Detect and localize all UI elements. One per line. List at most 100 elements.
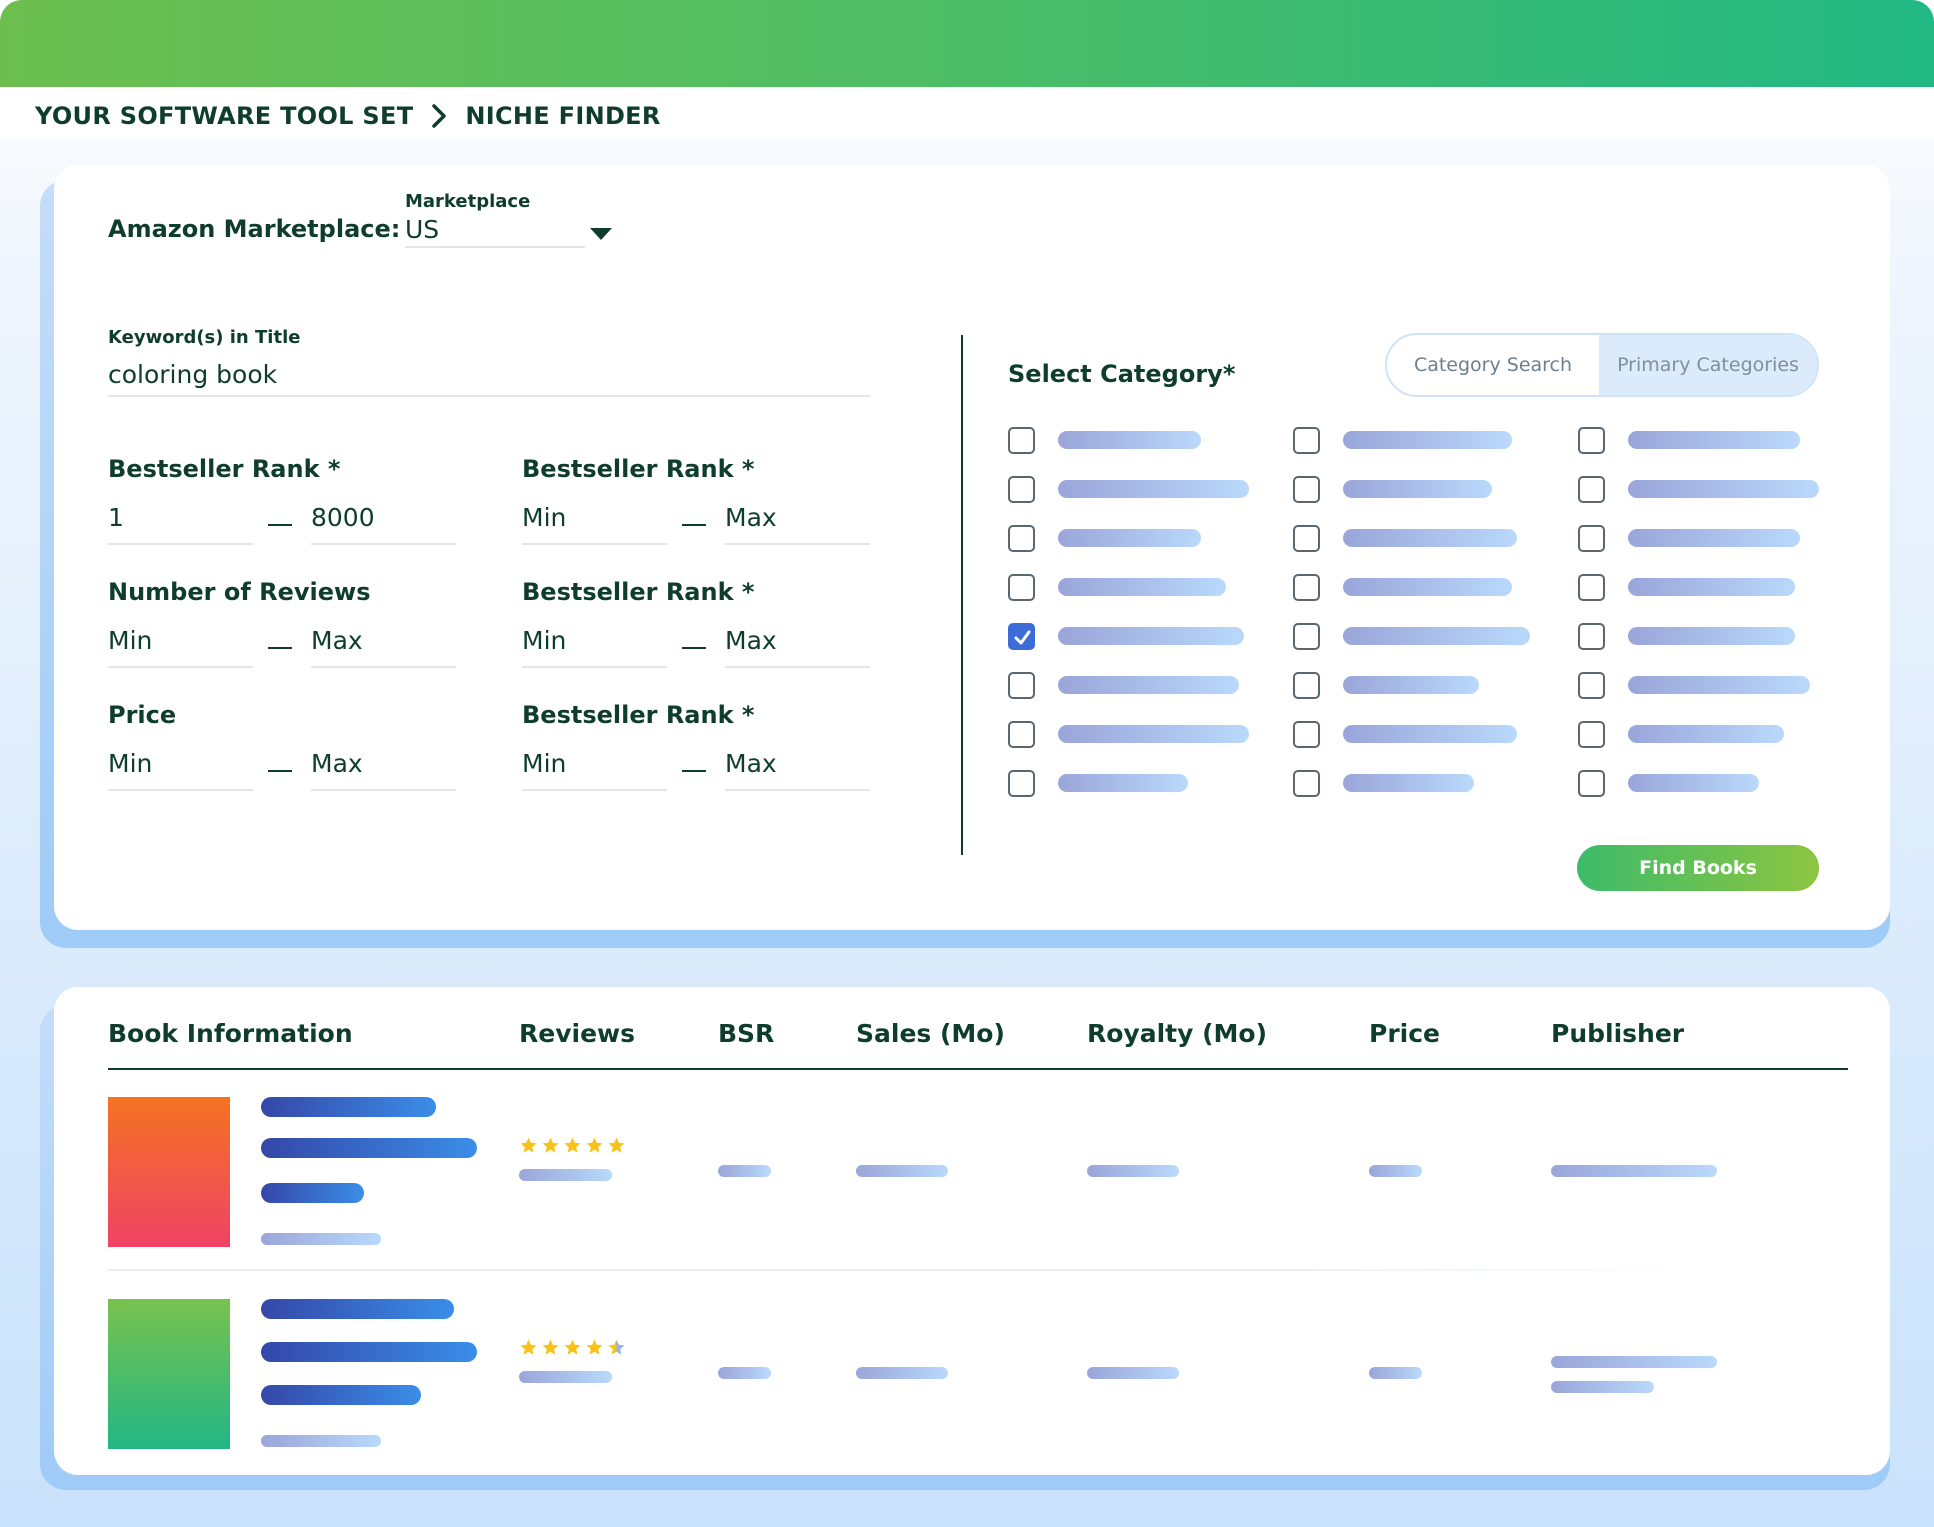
category-checkbox[interactable]: [1578, 623, 1605, 650]
bestseller-rank-min-input[interactable]: Min: [522, 626, 566, 655]
category-checkbox[interactable]: [1293, 623, 1320, 650]
row-divider: [108, 1269, 1708, 1271]
bestseller-rank-min-input[interactable]: Min: [522, 749, 566, 778]
category-label-placeholder[interactable]: [1628, 578, 1795, 596]
category-label-placeholder[interactable]: [1343, 431, 1512, 449]
results-card: Book Information Reviews BSR Sales (Mo) …: [54, 987, 1890, 1475]
category-label-placeholder[interactable]: [1343, 529, 1517, 547]
category-label-placeholder[interactable]: [1058, 529, 1201, 547]
bsr-placeholder: [718, 1367, 771, 1379]
category-checkbox[interactable]: [1008, 574, 1035, 601]
category-label-placeholder[interactable]: [1058, 480, 1249, 498]
category-label-placeholder[interactable]: [1628, 480, 1819, 498]
price-min-input[interactable]: Min: [108, 749, 152, 778]
category-checkbox[interactable]: [1578, 574, 1605, 601]
bestseller-rank-max-input[interactable]: Max: [725, 503, 777, 532]
reviews-min-input[interactable]: Min: [108, 626, 152, 655]
category-checkbox[interactable]: [1008, 770, 1035, 797]
category-label-placeholder[interactable]: [1058, 627, 1244, 645]
star-icon: [607, 1136, 626, 1155]
marketplace-select[interactable]: US: [405, 215, 439, 244]
header-publisher[interactable]: Publisher: [1551, 1019, 1684, 1048]
bestseller-rank-min-input[interactable]: 1: [108, 503, 124, 532]
category-label-placeholder[interactable]: [1628, 627, 1795, 645]
book-cover-image: [108, 1299, 230, 1449]
header-book-information[interactable]: Book Information: [108, 1019, 353, 1048]
breadcrumb-root[interactable]: YOUR SOFTWARE TOOL SET: [35, 102, 413, 130]
publisher-placeholder: [1551, 1165, 1717, 1177]
category-label-placeholder[interactable]: [1058, 676, 1239, 694]
category-checkbox[interactable]: [1578, 525, 1605, 552]
chevron-down-icon[interactable]: [590, 228, 612, 240]
book-meta-placeholder: [261, 1233, 381, 1245]
category-label-placeholder[interactable]: [1628, 676, 1810, 694]
category-checkbox[interactable]: [1293, 672, 1320, 699]
input-underline: [311, 789, 456, 791]
header-bsr[interactable]: BSR: [718, 1019, 774, 1048]
category-checkbox[interactable]: [1293, 525, 1320, 552]
category-checkbox[interactable]: [1293, 476, 1320, 503]
category-checkbox[interactable]: [1008, 672, 1035, 699]
category-checkbox[interactable]: [1008, 427, 1035, 454]
tab-category-search[interactable]: Category Search: [1387, 335, 1599, 395]
category-label-placeholder[interactable]: [1343, 725, 1517, 743]
category-label-placeholder[interactable]: [1058, 431, 1201, 449]
star-icon: [607, 1338, 626, 1357]
chevron-right-icon: [432, 104, 447, 128]
category-checkbox[interactable]: [1008, 476, 1035, 503]
header-sales[interactable]: Sales (Mo): [856, 1019, 1005, 1048]
table-row[interactable]: [108, 1299, 1848, 1449]
input-underline: [311, 666, 456, 668]
star-icon: [519, 1338, 538, 1357]
reviews-max-input[interactable]: Max: [311, 626, 363, 655]
bestseller-rank-max-input[interactable]: Max: [725, 626, 777, 655]
review-count-placeholder: [519, 1169, 612, 1181]
category-label-placeholder[interactable]: [1628, 431, 1800, 449]
category-checkbox[interactable]: [1008, 525, 1035, 552]
table-row[interactable]: [108, 1097, 1848, 1247]
category-label-placeholder[interactable]: [1343, 676, 1479, 694]
category-checkbox[interactable]: [1578, 672, 1605, 699]
marketplace-underline: [405, 246, 585, 248]
category-checkbox[interactable]: [1008, 623, 1035, 650]
range-dash: [682, 524, 706, 526]
category-label-placeholder[interactable]: [1343, 480, 1492, 498]
star-icon: [585, 1338, 604, 1357]
category-label-placeholder[interactable]: [1058, 725, 1249, 743]
bestseller-rank-max-input[interactable]: 8000: [311, 503, 375, 532]
star-icon: [541, 1136, 560, 1155]
book-title-placeholder: [261, 1138, 477, 1158]
category-label-placeholder[interactable]: [1343, 774, 1474, 792]
category-checkbox[interactable]: [1578, 770, 1605, 797]
check-icon: [1014, 630, 1031, 645]
keyword-input[interactable]: coloring book: [108, 360, 277, 389]
bestseller-rank-max-input[interactable]: Max: [725, 749, 777, 778]
category-label-placeholder[interactable]: [1058, 578, 1226, 596]
find-books-button[interactable]: Find Books: [1577, 845, 1819, 891]
category-checkbox[interactable]: [1578, 721, 1605, 748]
category-checkbox[interactable]: [1293, 721, 1320, 748]
range-dash: [268, 524, 292, 526]
marketplace-label: Amazon Marketplace:: [108, 215, 401, 243]
book-author-placeholder: [261, 1183, 364, 1203]
category-label-placeholder[interactable]: [1058, 774, 1188, 792]
bestseller-rank-min-input[interactable]: Min: [522, 503, 566, 532]
range-dash: [682, 647, 706, 649]
tab-primary-categories[interactable]: Primary Categories: [1599, 335, 1817, 395]
category-checkbox[interactable]: [1008, 721, 1035, 748]
royalty-placeholder: [1087, 1367, 1179, 1379]
category-label-placeholder[interactable]: [1628, 774, 1759, 792]
category-label-placeholder[interactable]: [1343, 627, 1530, 645]
category-checkbox[interactable]: [1293, 574, 1320, 601]
category-checkbox[interactable]: [1578, 476, 1605, 503]
category-checkbox[interactable]: [1293, 770, 1320, 797]
category-checkbox[interactable]: [1293, 427, 1320, 454]
category-label-placeholder[interactable]: [1628, 529, 1800, 547]
category-label-placeholder[interactable]: [1343, 578, 1512, 596]
header-reviews[interactable]: Reviews: [519, 1019, 635, 1048]
category-label-placeholder[interactable]: [1628, 725, 1784, 743]
header-royalty[interactable]: Royalty (Mo): [1087, 1019, 1267, 1048]
header-price[interactable]: Price: [1369, 1019, 1440, 1048]
category-checkbox[interactable]: [1578, 427, 1605, 454]
price-max-input[interactable]: Max: [311, 749, 363, 778]
